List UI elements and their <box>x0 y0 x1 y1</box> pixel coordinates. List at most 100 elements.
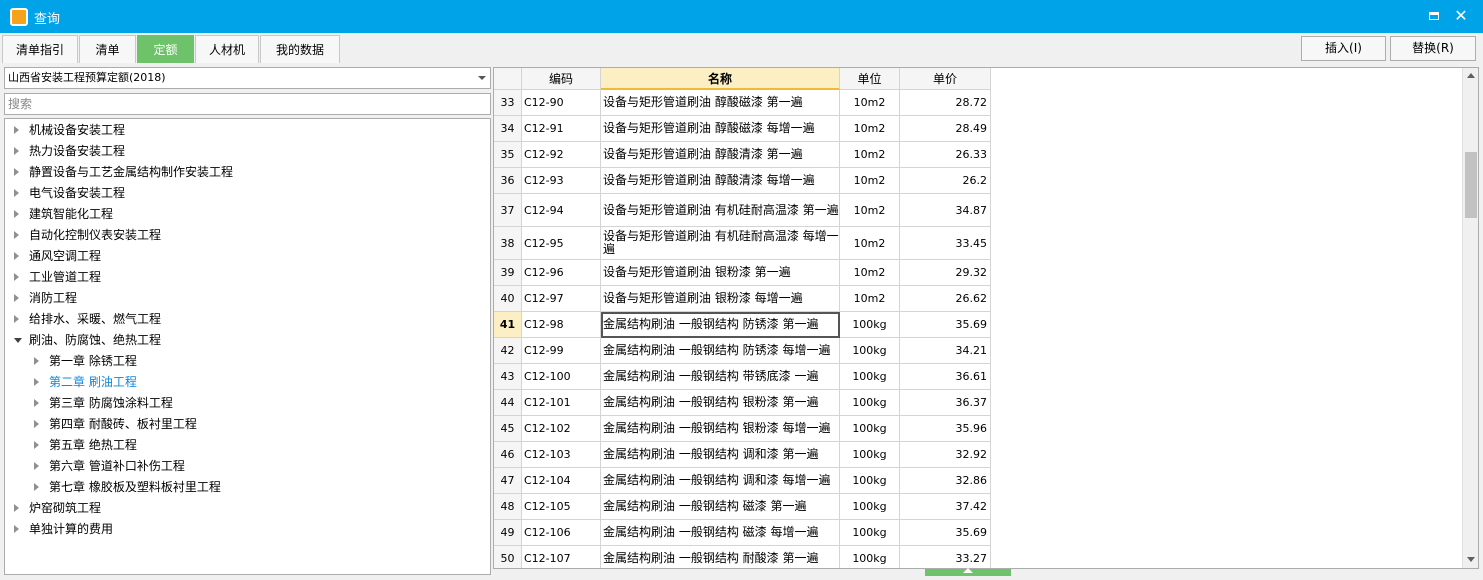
code-cell[interactable]: C12-96 <box>522 260 601 286</box>
maximize-button[interactable] <box>1425 7 1443 25</box>
price-cell[interactable]: 37.42 <box>900 494 991 520</box>
unit-cell[interactable]: 10m2 <box>840 90 900 116</box>
triangle-right-icon[interactable] <box>14 294 19 302</box>
table-row[interactable]: 50 C12-107 金属结构刷油 一般钢结构 耐酸漆 第一遍 100kg 33.27 <box>494 546 991 568</box>
table-row[interactable]: 47 C12-104 金属结构刷油 一般钢结构 调和漆 每增一遍 100kg 32.86 <box>494 468 991 494</box>
tab-my-data[interactable]: 我的数据 <box>260 35 340 63</box>
name-cell[interactable]: 金属结构刷油 一般钢结构 磁漆 每增一遍 <box>601 520 840 546</box>
code-cell[interactable]: C12-93 <box>522 168 601 194</box>
tree-item[interactable]: 单独计算的费用 <box>5 519 490 540</box>
triangle-right-icon[interactable] <box>34 420 39 428</box>
tree-item[interactable]: 工业管道工程 <box>5 267 490 288</box>
price-cell[interactable]: 32.86 <box>900 468 991 494</box>
code-cell[interactable]: C12-92 <box>522 142 601 168</box>
name-cell[interactable]: 金属结构刷油 一般钢结构 防锈漆 第一遍 <box>601 312 840 338</box>
code-cell[interactable]: C12-105 <box>522 494 601 520</box>
unit-cell[interactable]: 10m2 <box>840 286 900 312</box>
table-row[interactable]: 38 C12-95 设备与矩形管道刷油 有机硅耐高温漆 每增一遍 10m2 33.45 <box>494 227 991 260</box>
code-cell[interactable]: C12-106 <box>522 520 601 546</box>
triangle-right-icon[interactable] <box>14 147 19 155</box>
table-row[interactable]: 45 C12-102 金属结构刷油 一般钢结构 银粉漆 每增一遍 100kg 35.96 <box>494 416 991 442</box>
tree-item[interactable]: 电气设备安装工程 <box>5 183 490 204</box>
price-cell[interactable]: 35.69 <box>900 520 991 546</box>
unit-cell[interactable]: 100kg <box>840 494 900 520</box>
tree-item[interactable]: 建筑智能化工程 <box>5 204 490 225</box>
code-cell[interactable]: C12-102 <box>522 416 601 442</box>
code-cell[interactable]: C12-103 <box>522 442 601 468</box>
tree-item[interactable]: 第五章 绝热工程 <box>5 435 490 456</box>
price-cell[interactable]: 26.2 <box>900 168 991 194</box>
tree-item[interactable]: 第二章 刷油工程 <box>5 372 490 393</box>
tab-labor-material-machine[interactable]: 人材机 <box>195 35 259 63</box>
table-row[interactable]: 37 C12-94 设备与矩形管道刷油 有机硅耐高温漆 第一遍 10m2 34.87 <box>494 194 991 227</box>
name-cell[interactable]: 金属结构刷油 一般钢结构 调和漆 第一遍 <box>601 442 840 468</box>
unit-cell[interactable]: 100kg <box>840 416 900 442</box>
scroll-up-icon[interactable] <box>1467 73 1475 78</box>
triangle-right-icon[interactable] <box>14 525 19 533</box>
row-number[interactable]: 36 <box>494 168 522 194</box>
table-row[interactable]: 42 C12-99 金属结构刷油 一般钢结构 防锈漆 每增一遍 100kg 34.21 <box>494 338 991 364</box>
table-row[interactable]: 34 C12-91 设备与矩形管道刷油 醇酸磁漆 每增一遍 10m2 28.49 <box>494 116 991 142</box>
name-cell[interactable]: 金属结构刷油 一般钢结构 带锈底漆 一遍 <box>601 364 840 390</box>
name-cell[interactable]: 设备与矩形管道刷油 醇酸磁漆 第一遍 <box>601 90 840 116</box>
search-input[interactable] <box>4 93 491 115</box>
triangle-right-icon[interactable] <box>14 189 19 197</box>
price-cell[interactable]: 34.87 <box>900 194 991 227</box>
unit-cell[interactable]: 10m2 <box>840 260 900 286</box>
row-number[interactable]: 42 <box>494 338 522 364</box>
price-cell[interactable]: 36.61 <box>900 364 991 390</box>
scroll-down-icon[interactable] <box>1467 557 1475 562</box>
table-row[interactable]: 46 C12-103 金属结构刷油 一般钢结构 调和漆 第一遍 100kg 32.92 <box>494 442 991 468</box>
name-cell[interactable]: 金属结构刷油 一般钢结构 耐酸漆 第一遍 <box>601 546 840 568</box>
price-cell[interactable]: 36.37 <box>900 390 991 416</box>
name-cell[interactable]: 设备与矩形管道刷油 有机硅耐高温漆 每增一遍 <box>601 227 840 260</box>
price-cell[interactable]: 28.72 <box>900 90 991 116</box>
scrollbar-thumb[interactable] <box>1465 152 1477 218</box>
replace-button[interactable]: 替换(R) <box>1390 36 1476 61</box>
column-header-unit[interactable]: 单位 <box>840 68 900 90</box>
triangle-right-icon[interactable] <box>34 357 39 365</box>
row-number[interactable]: 44 <box>494 390 522 416</box>
triangle-right-icon[interactable] <box>14 273 19 281</box>
triangle-right-icon[interactable] <box>14 504 19 512</box>
triangle-down-icon[interactable] <box>14 338 22 343</box>
triangle-right-icon[interactable] <box>34 462 39 470</box>
tree-item[interactable]: 自动化控制仪表安装工程 <box>5 225 490 246</box>
unit-cell[interactable]: 10m2 <box>840 116 900 142</box>
name-cell[interactable]: 金属结构刷油 一般钢结构 调和漆 每增一遍 <box>601 468 840 494</box>
vertical-scrollbar[interactable] <box>1462 68 1478 568</box>
row-number[interactable]: 41 <box>494 312 522 338</box>
row-number[interactable]: 49 <box>494 520 522 546</box>
table-row[interactable]: 39 C12-96 设备与矩形管道刷油 银粉漆 第一遍 10m2 29.32 <box>494 260 991 286</box>
triangle-right-icon[interactable] <box>34 483 39 491</box>
unit-cell[interactable]: 10m2 <box>840 168 900 194</box>
name-cell[interactable]: 设备与矩形管道刷油 银粉漆 每增一遍 <box>601 286 840 312</box>
name-cell[interactable]: 设备与矩形管道刷油 银粉漆 第一遍 <box>601 260 840 286</box>
tree-item[interactable]: 第一章 除锈工程 <box>5 351 490 372</box>
code-cell[interactable]: C12-97 <box>522 286 601 312</box>
code-cell[interactable]: C12-90 <box>522 90 601 116</box>
row-number[interactable]: 37 <box>494 194 522 227</box>
triangle-right-icon[interactable] <box>14 126 19 134</box>
row-number[interactable]: 39 <box>494 260 522 286</box>
unit-cell[interactable]: 10m2 <box>840 142 900 168</box>
tree-item[interactable]: 第四章 耐酸砖、板衬里工程 <box>5 414 490 435</box>
tree-item[interactable]: 静置设备与工艺金属结构制作安装工程 <box>5 162 490 183</box>
name-cell[interactable]: 设备与矩形管道刷油 有机硅耐高温漆 第一遍 <box>601 194 840 227</box>
triangle-right-icon[interactable] <box>14 231 19 239</box>
triangle-right-icon[interactable] <box>34 441 39 449</box>
tree-item[interactable]: 机械设备安装工程 <box>5 120 490 141</box>
unit-cell[interactable]: 100kg <box>840 442 900 468</box>
name-cell[interactable]: 金属结构刷油 一般钢结构 银粉漆 第一遍 <box>601 390 840 416</box>
library-select[interactable]: 山西省安装工程预算定额(2018) <box>4 67 491 89</box>
table-row[interactable]: 35 C12-92 设备与矩形管道刷油 醇酸清漆 第一遍 10m2 26.33 <box>494 142 991 168</box>
unit-cell[interactable]: 100kg <box>840 312 900 338</box>
price-cell[interactable]: 35.69 <box>900 312 991 338</box>
table-row[interactable]: 43 C12-100 金属结构刷油 一般钢结构 带锈底漆 一遍 100kg 36.61 <box>494 364 991 390</box>
unit-cell[interactable]: 100kg <box>840 468 900 494</box>
panel-resize-handle[interactable] <box>925 568 1011 576</box>
tab-bill[interactable]: 清单 <box>79 35 136 63</box>
triangle-right-icon[interactable] <box>14 168 19 176</box>
name-cell[interactable]: 设备与矩形管道刷油 醇酸清漆 第一遍 <box>601 142 840 168</box>
tree-item[interactable]: 通风空调工程 <box>5 246 490 267</box>
